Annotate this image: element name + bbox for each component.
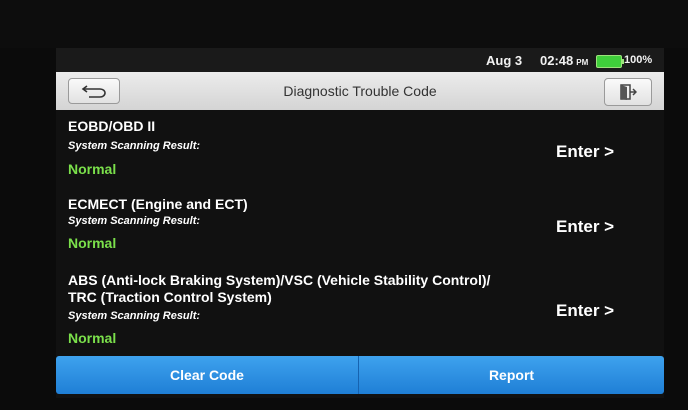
status-ampm: PM bbox=[576, 58, 589, 67]
report-button[interactable]: Report bbox=[359, 356, 664, 394]
system-row[interactable]: ABS (Anti-lock Braking System)/VSC (Vehi… bbox=[56, 268, 664, 350]
scan-result-label: System Scanning Result: bbox=[68, 140, 201, 152]
battery-percent: 100% bbox=[624, 54, 653, 66]
scanner-screen: Aug 3 02:48 PM 100% Diagnostic Trouble Co… bbox=[56, 48, 664, 398]
system-name: ECMECT (Engine and ECT) bbox=[68, 196, 248, 212]
title-bar: Diagnostic Trouble Code bbox=[56, 72, 664, 110]
status-bar: Aug 3 02:48 PM 100% bbox=[56, 48, 664, 72]
status-date: Aug 3 bbox=[486, 53, 523, 68]
scan-status: Normal bbox=[68, 330, 117, 346]
exit-button[interactable] bbox=[604, 78, 652, 106]
exit-door-icon bbox=[620, 84, 637, 100]
page-title: Diagnostic Trouble Code bbox=[283, 83, 437, 99]
enter-button[interactable]: Enter > bbox=[556, 217, 614, 237]
enter-button[interactable]: Enter > bbox=[556, 301, 614, 321]
enter-button[interactable]: Enter > bbox=[556, 142, 614, 162]
status-time: 02:48 PM bbox=[540, 53, 588, 68]
battery-icon bbox=[596, 55, 624, 68]
system-row[interactable]: ECMECT (Engine and ECT) System Scanning … bbox=[56, 192, 664, 258]
scan-status: Normal bbox=[68, 235, 117, 251]
device-bezel bbox=[0, 0, 688, 48]
system-row[interactable]: EOBD/OBD II System Scanning Result: Norm… bbox=[56, 116, 664, 182]
bottom-action-bar: Clear Code Report bbox=[56, 356, 664, 394]
scan-result-label: System Scanning Result: bbox=[68, 310, 201, 322]
system-name: ABS (Anti-lock Braking System)/VSC (Vehi… bbox=[68, 272, 491, 288]
scan-status: Normal bbox=[68, 161, 117, 177]
status-clock: 02:48 bbox=[540, 53, 574, 68]
system-name: EOBD/OBD II bbox=[68, 118, 156, 134]
clear-code-button[interactable]: Clear Code bbox=[56, 356, 359, 394]
system-name-line2: TRC (Traction Control System) bbox=[68, 289, 272, 305]
scan-result-label: System Scanning Result: bbox=[68, 215, 201, 227]
